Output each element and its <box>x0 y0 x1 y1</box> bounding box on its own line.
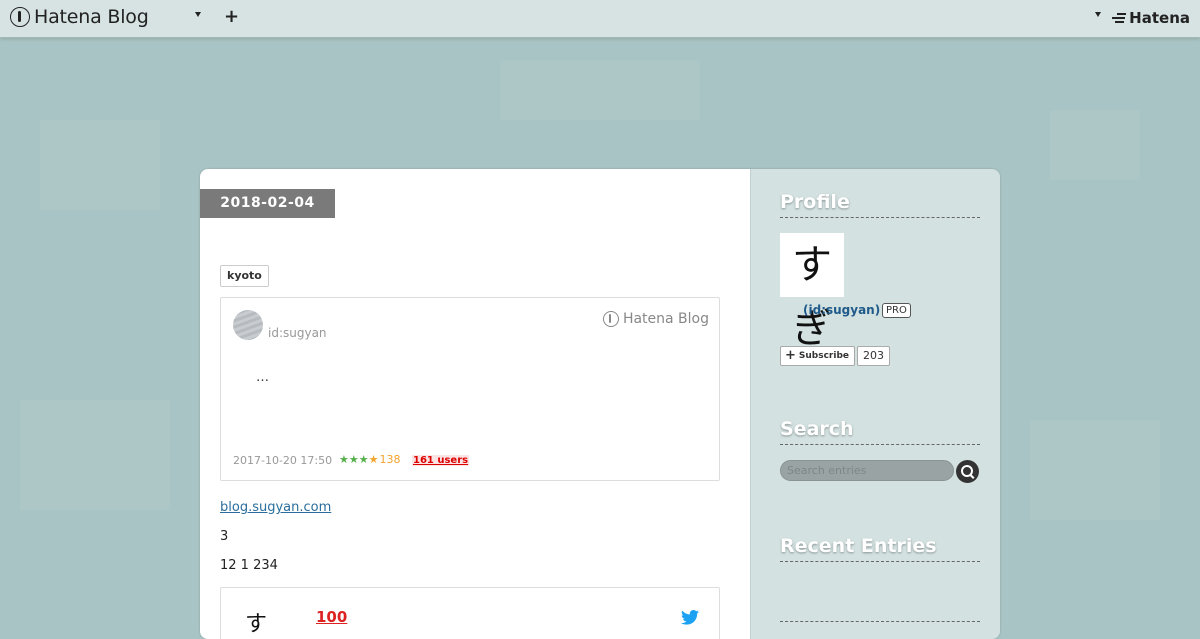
subscribe-button[interactable]: + Subscribe <box>780 346 855 366</box>
add-button[interactable]: + <box>224 6 239 28</box>
blog-embed-card[interactable]: id:sugyan Hatena Blog … 2017-10-20 17:50… <box>220 297 720 481</box>
hundred-points-emoji: 100 <box>316 608 348 626</box>
page-container: 2018-02-04 kyoto id:sugyan Hatena Blog …… <box>200 169 1000 639</box>
embed-excerpt: … <box>256 370 269 385</box>
profile-id-link[interactable]: (id:sugyan) <box>803 303 880 317</box>
bookmark-users-badge[interactable]: 161 users <box>412 455 470 466</box>
embed-avatar <box>233 310 263 340</box>
chevron-down-icon[interactable] <box>195 12 201 17</box>
star-count: 138 <box>379 453 401 466</box>
hatena-blog-logo[interactable]: Hatena Blog <box>10 6 149 28</box>
pro-badge: PRO <box>882 303 911 318</box>
search-icon[interactable] <box>956 460 979 483</box>
recent-entries-heading: Recent Entries <box>780 535 980 562</box>
hatena-logo-text: Hatena <box>1129 9 1190 27</box>
account-menu-chevron-icon[interactable] <box>1095 12 1101 17</box>
tweet-embed-card[interactable]: す 100 <box>220 587 720 639</box>
hatena-speed-icon <box>1112 12 1127 24</box>
hatena-blog-icon <box>10 7 30 27</box>
entry-category-tag[interactable]: kyoto <box>220 265 269 287</box>
star-icon: ★ <box>368 453 379 466</box>
entry-column: 2018-02-04 kyoto id:sugyan Hatena Blog …… <box>200 169 750 639</box>
sidebar: Profile すぎ (id:sugyan) PRO + Subscribe 2… <box>750 169 1000 639</box>
plus-icon: + <box>785 348 796 363</box>
twitter-icon[interactable] <box>681 610 699 625</box>
tweet-avatar: す <box>245 612 268 637</box>
entry-paragraph: 3 <box>220 529 229 544</box>
search-input[interactable]: Search entries <box>780 460 954 481</box>
blog-link[interactable]: blog.sugyan.com <box>220 500 331 515</box>
profile-heading: Profile <box>780 191 980 218</box>
profile-avatar[interactable]: すぎ <box>780 233 844 352</box>
entry-date[interactable]: 2018-02-04 <box>200 189 335 218</box>
global-header: Hatena Blog + Hatena <box>0 0 1200 38</box>
subscribe-label: Subscribe <box>798 351 849 361</box>
embed-user[interactable]: id:sugyan <box>268 326 327 340</box>
hatena-blog-icon <box>602 311 619 327</box>
search-heading: Search <box>780 418 980 445</box>
embed-logo-text: Hatena Blog <box>622 311 709 327</box>
subscriber-count[interactable]: 203 <box>857 346 890 366</box>
entry-paragraph: 12 1 234 <box>220 558 278 573</box>
star-icon: ★★★ <box>339 453 369 466</box>
divider <box>780 621 980 622</box>
embed-hatena-blog-logo[interactable]: Hatena Blog <box>602 311 709 327</box>
brand-text: Hatena Blog <box>34 6 149 28</box>
embed-date: 2017-10-20 17:50 <box>233 454 333 467</box>
star-rating[interactable]: ★★★ ★ 138 <box>339 453 400 466</box>
hatena-logo[interactable]: Hatena <box>1112 9 1190 27</box>
